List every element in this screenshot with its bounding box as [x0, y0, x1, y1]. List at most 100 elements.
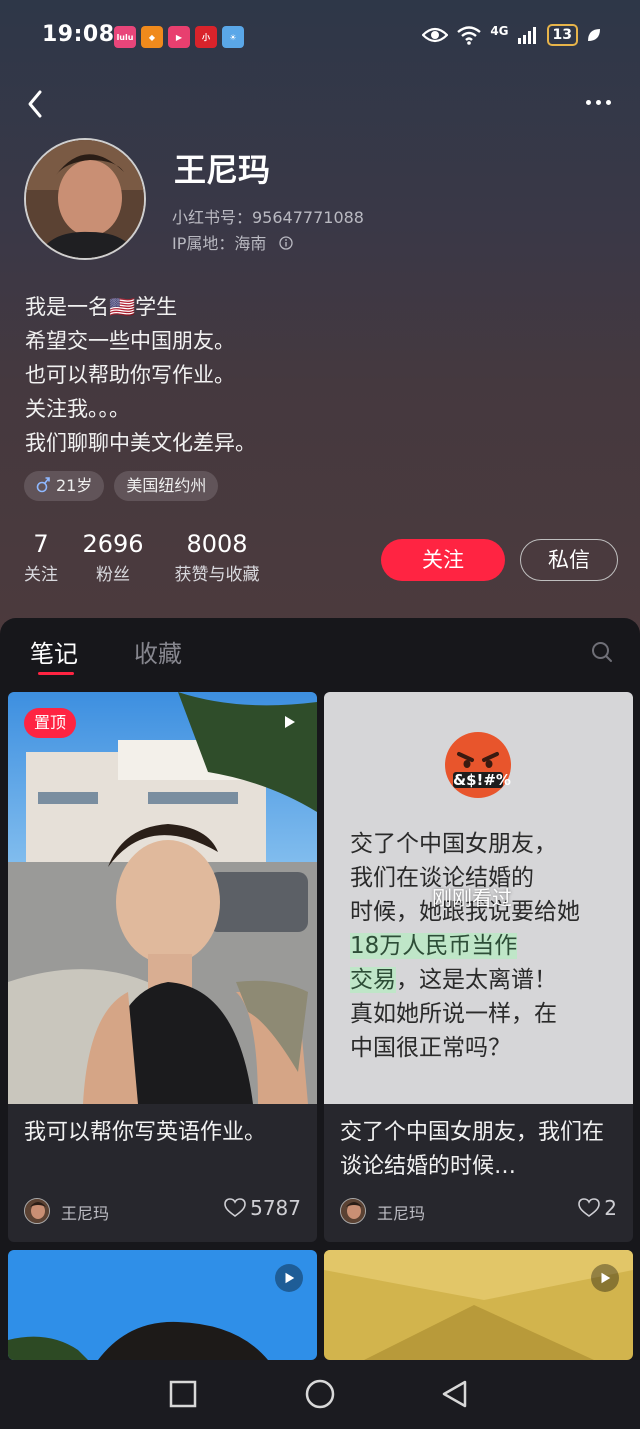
like-count: 2	[604, 1196, 617, 1220]
avatar-photo	[26, 140, 144, 258]
age-tag-label: 21岁	[56, 476, 93, 495]
active-tab-indicator	[38, 672, 74, 675]
network-label: 4G	[490, 24, 509, 38]
tab-favorites[interactable]: 收藏	[134, 634, 182, 669]
search-button[interactable]	[590, 640, 614, 664]
note-cover-image	[324, 1250, 633, 1360]
like-count: 5787	[250, 1196, 301, 1220]
selfie-photo	[8, 692, 317, 1104]
author-avatar[interactable]	[24, 1198, 50, 1224]
eye-icon	[422, 27, 449, 43]
weather-app-icon: ☀	[222, 26, 244, 48]
tab-notes[interactable]: 笔记	[30, 634, 78, 669]
note-cover-image: &$!#% 交了个中国女朋友， 我们在谈论结婚的 时候，她跟我说要给她 18万人…	[324, 692, 633, 1104]
bio-line: 关注我。。。	[25, 397, 130, 421]
author-name[interactable]: 王尼玛	[61, 1200, 109, 1224]
note-card[interactable]: &$!#% 交了个中国女朋友， 我们在谈论结婚的 时候，她跟我说要给她 18万人…	[324, 692, 633, 1242]
signal-icon	[517, 27, 536, 44]
author-avatar[interactable]	[340, 1198, 366, 1224]
author-avatar-photo	[341, 1199, 365, 1223]
wifi-icon	[457, 26, 482, 45]
profile-stats: 7 关注 2696 粉丝 8008 获赞与收藏	[24, 530, 266, 585]
notification-icons: lulu ◆ ▶ 小 ☀	[114, 26, 244, 48]
video-indicator	[275, 1264, 303, 1292]
video-indicator	[591, 1264, 619, 1292]
content-tabs: 笔记 收藏	[0, 618, 640, 684]
note-footer: 王尼玛 2	[324, 1190, 633, 1242]
system-icons: 4G 13	[422, 24, 602, 46]
recently-viewed-label: 刚刚看过	[432, 886, 512, 910]
clock: 19:08	[42, 22, 115, 47]
play-icon	[285, 716, 295, 728]
profile-id: 小红书号：95647771088	[172, 208, 364, 227]
profile-avatar[interactable]	[24, 138, 146, 260]
note-title: 交了个中国女朋友，我们在谈论结婚的时候…	[340, 1120, 605, 1179]
note-cover-image: 置顶	[8, 692, 317, 1104]
followers-count: 2696	[82, 530, 144, 558]
note-text-line: ，这是太离谱！	[396, 967, 557, 993]
pinned-badge: 置顶	[24, 708, 77, 738]
bio-line: 也可以帮助你写作业。	[25, 363, 235, 387]
following-label: 关注	[24, 565, 58, 585]
status-bar: 19:08 lulu ◆ ▶ 小 ☀ 4G 13	[0, 0, 640, 72]
likes-stat[interactable]: 8008 获赞与收藏	[168, 530, 266, 585]
highlighted-text: 交易	[350, 967, 396, 993]
age-tag: 21岁	[24, 471, 105, 501]
like-button[interactable]: 2	[578, 1196, 617, 1220]
search-icon	[592, 642, 612, 662]
note-card[interactable]: 置顶 我可以帮你写英语作业。 王尼玛 5787	[8, 692, 317, 1242]
bio-line: 我是一名🇺🇸学生	[25, 295, 178, 319]
male-gender-icon	[36, 477, 50, 493]
profile-tags: 21岁 美国纽约州	[24, 471, 219, 501]
following-stat[interactable]: 7 关注	[24, 530, 58, 585]
mi-app-icon: 小	[195, 26, 217, 48]
play-app-icon: ▶	[168, 26, 190, 48]
emoji-caption: &$!#%	[453, 771, 511, 789]
note-title: 我可以帮你写英语作业。	[24, 1120, 267, 1145]
note-footer: 王尼玛 5787	[8, 1190, 317, 1242]
author-avatar-photo	[25, 1199, 49, 1223]
profile-bio: 我是一名🇺🇸学生 希望交一些中国朋友。 也可以帮助你写作业。 关注我。。。 我们…	[25, 290, 256, 460]
note-text-line: 真如她所说一样，在	[350, 1001, 557, 1027]
heart-icon	[578, 1198, 601, 1217]
note-card[interactable]	[8, 1250, 317, 1360]
video-indicator	[275, 708, 303, 736]
notes-section: 笔记 收藏 置顶 我可以帮你写英语作业。 王尼玛 5787 &$!#% 交了个中…	[0, 618, 640, 1429]
likes-count: 8008	[186, 530, 248, 558]
battery-indicator: 13	[546, 24, 578, 46]
followers-label: 粉丝	[96, 565, 130, 585]
leaf-icon	[588, 29, 600, 41]
followers-stat[interactable]: 2696 粉丝	[80, 530, 146, 585]
location-tag: 美国纽约州	[114, 471, 219, 501]
ip-location-text: IP属地：海南	[172, 234, 267, 253]
bio-line: 希望交一些中国朋友。	[25, 329, 235, 353]
follow-button[interactable]: 关注	[381, 539, 505, 581]
ip-location: IP属地：海南	[172, 230, 294, 254]
lulu-app-icon: lulu	[114, 26, 136, 48]
info-icon[interactable]	[279, 236, 294, 250]
angry-face-icon	[445, 732, 511, 798]
back-triangle-icon[interactable]	[440, 1379, 470, 1409]
author-name[interactable]: 王尼玛	[377, 1200, 425, 1224]
note-cover-image	[8, 1250, 317, 1360]
more-options-button[interactable]	[578, 82, 618, 122]
message-button[interactable]: 私信	[520, 539, 618, 581]
recents-square-icon[interactable]	[169, 1380, 197, 1408]
note-card[interactable]	[324, 1250, 633, 1360]
following-count: 7	[33, 530, 49, 558]
likes-label: 获赞与收藏	[174, 565, 260, 585]
play-icon	[601, 1272, 611, 1284]
back-button[interactable]	[22, 82, 62, 122]
profile-name: 王尼玛	[174, 151, 271, 189]
home-circle-icon[interactable]	[304, 1378, 336, 1410]
top-navigation	[0, 78, 640, 128]
back-arrow-icon	[28, 90, 42, 118]
bio-line: 我们聊聊中美文化差异。	[25, 431, 256, 455]
note-text-line: 中国很正常吗？	[350, 1035, 511, 1061]
note-text-line: 交了个中国女朋友，	[350, 831, 557, 857]
play-icon	[285, 1272, 295, 1284]
like-button[interactable]: 5787	[224, 1196, 301, 1220]
system-navigation-bar	[0, 1360, 640, 1429]
note-text-content: 交了个中国女朋友， 我们在谈论结婚的 时候，她跟我说要给她 18万人民币当作 交…	[350, 827, 620, 1065]
heart-icon	[224, 1198, 246, 1217]
